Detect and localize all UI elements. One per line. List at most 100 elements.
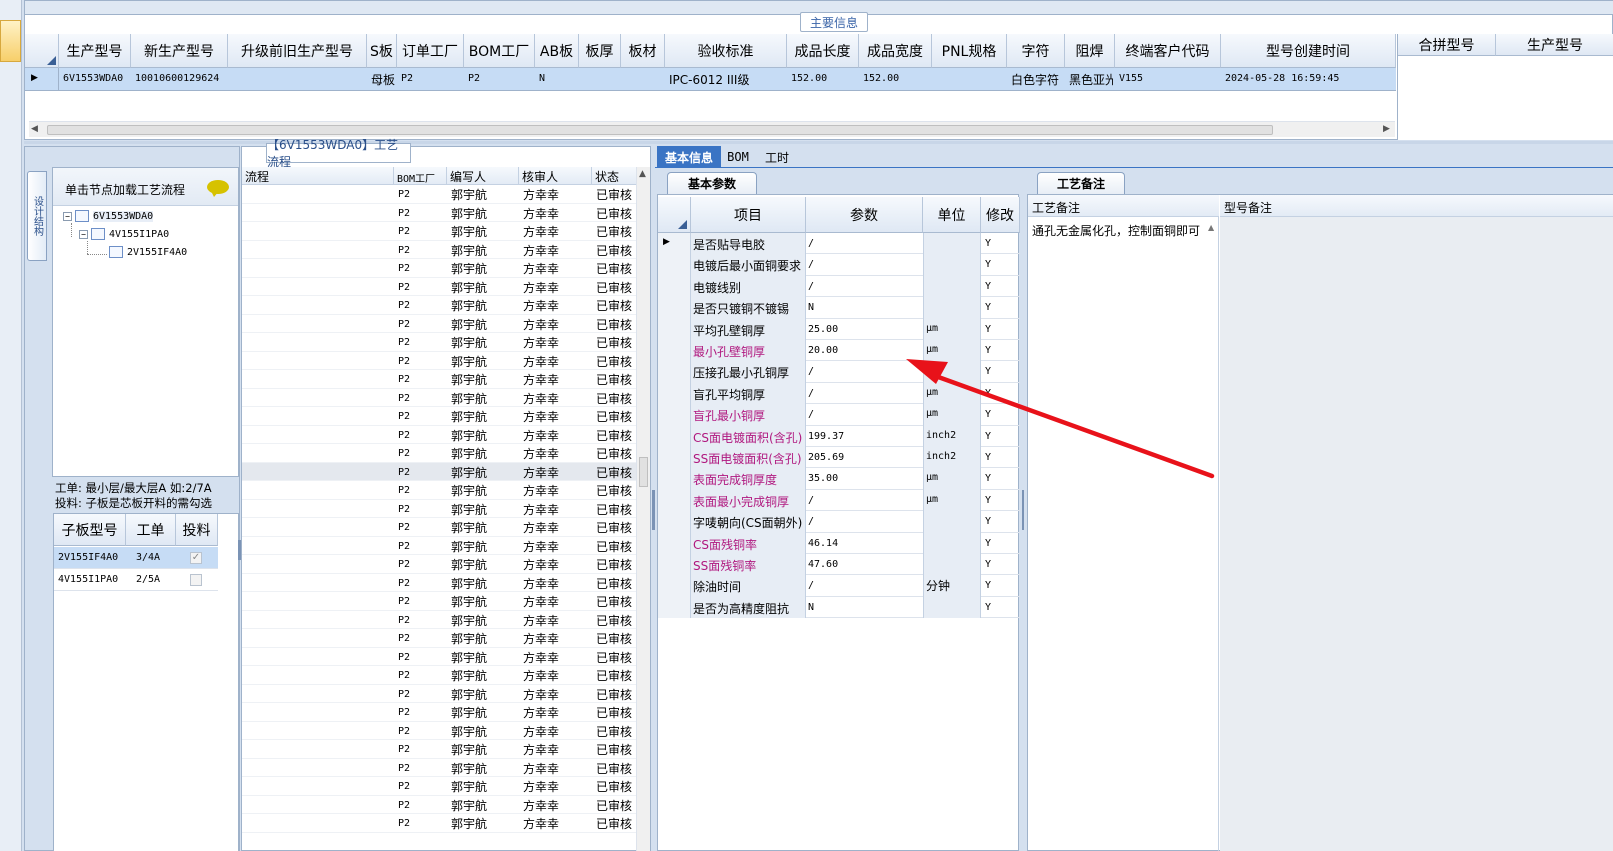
flow-step-row[interactable]: 退锡P2郭宇航方幸幸已审核	[242, 537, 638, 555]
flow-group-row[interactable]: −层压2P2郭宇航方幸幸已审核	[242, 592, 638, 611]
flow-group-row[interactable]: −电镀1P2郭宇航方幸幸已审核	[242, 259, 638, 278]
main-col-header[interactable]: 板材	[621, 34, 665, 68]
param-col-header[interactable]: 单位	[923, 197, 981, 233]
collapse-icon[interactable]: −	[63, 211, 72, 221]
tab-bom[interactable]: BOM	[721, 146, 755, 168]
param-value[interactable]: /	[808, 580, 920, 591]
subtab-remarks[interactable]: 工艺备注	[1037, 172, 1125, 194]
param-row[interactable]: 是否为高精度阻抗 N Y	[658, 596, 1020, 619]
flow-group-row[interactable]: −电子测试1P2郭宇航方幸幸已审核	[242, 666, 638, 685]
param-row[interactable]: SS面电镀面积(含孔) 205.69 inch2 Y	[658, 447, 1020, 469]
param-value[interactable]: 47.60	[808, 559, 920, 570]
flow-group-row[interactable]: −图形电镀P2郭宇航方幸幸已审核	[242, 444, 638, 463]
sub-row-1[interactable]: 4V155I1PA0 2/5A	[54, 569, 218, 591]
param-row[interactable]: ▶ 是否贴导电胶 / Y	[658, 233, 1020, 255]
main-col-header[interactable]: 终端客户代码	[1115, 34, 1221, 68]
main-col-header[interactable]: BOM工厂	[464, 34, 535, 68]
param-value[interactable]: 20.00	[808, 345, 920, 356]
param-row[interactable]: 是否只镀铜不镀锡 N Y	[658, 297, 1020, 319]
flow-step-row[interactable]: 贴膜P2郭宇航方幸幸已审核	[242, 333, 638, 352]
flow-group-row[interactable]: −AOI2P2郭宇航方幸幸已审核	[242, 555, 638, 574]
param-col-header[interactable]: 项目	[691, 197, 806, 233]
main-col-header[interactable]: S板	[367, 34, 397, 68]
flow-step-row[interactable]: 显影1P2郭宇航方幸幸已审核	[242, 426, 638, 444]
flow-step-row[interactable]: 图形电镀P2郭宇航方幸幸已审核	[242, 462, 638, 481]
param-value[interactable]: /	[808, 366, 920, 377]
main-col-header[interactable]: 成品长度	[787, 34, 859, 68]
tree-node-0[interactable]: − 6V1553WDA0	[63, 210, 154, 222]
flow-col-header[interactable]: 核审人	[519, 167, 592, 185]
tab-basic-info[interactable]: 基本信息	[657, 146, 721, 168]
main-col-header[interactable]: 型号创建时间	[1221, 34, 1396, 68]
flow-step-row[interactable]: 丝印1P2郭宇航方幸幸已审核	[242, 740, 638, 759]
flow-step-row[interactable]: 烘板2P2郭宇航方幸幸已审核	[242, 611, 638, 629]
flow-group-row[interactable]: −外层干膜1P2郭宇航方幸幸已审核	[242, 407, 638, 426]
remark-text[interactable]: 通孔无金属化孔，控制面铜即可	[1032, 222, 1212, 239]
flow-step-row[interactable]: 曝光1P2郭宇航方幸幸已审核	[242, 777, 638, 796]
tree-node-1[interactable]: − 4V155I1PA0	[79, 228, 169, 240]
flow-step-row[interactable]: 碱性蚀刻P2郭宇航方幸幸已审核	[242, 518, 638, 537]
flow-step-row[interactable]: 板镀1P2郭宇航方幸幸已审核	[242, 278, 638, 296]
main-col-header[interactable]: 新生产型号	[131, 34, 228, 68]
scroll-up-arrow[interactable]: ▲	[639, 169, 646, 179]
flow-step-row[interactable]: 去毛刺2P2郭宇航方幸幸已审核	[242, 222, 638, 241]
flow-step-row[interactable]: 外层AOI2P2郭宇航方幸幸已审核	[242, 574, 638, 592]
feed-checkbox[interactable]: ✓	[190, 552, 202, 564]
param-row[interactable]: 压接孔最小孔铜厚 / μm Y	[658, 361, 1020, 383]
param-value[interactable]: /	[808, 259, 920, 270]
flow-step-row[interactable]: 预烘1P2郭宇航方幸幸已审核	[242, 759, 638, 777]
param-row[interactable]: CS面电镀面积(含孔) 199.37 inch2 Y	[658, 425, 1020, 447]
param-row[interactable]: 电镀线别 / Y	[658, 275, 1020, 298]
param-value[interactable]: 46.14	[808, 538, 920, 549]
param-value[interactable]: /	[808, 388, 920, 399]
sub-row-0[interactable]: 2V155IF4A0 3/4A ✓	[54, 547, 218, 569]
param-col-header[interactable]: 参数	[806, 197, 923, 233]
param-value[interactable]: /	[808, 238, 920, 249]
param-row[interactable]: 除油时间 / 分钟 Y	[658, 575, 1020, 597]
param-row[interactable]: 电镀后最小面铜要求 / Y	[658, 254, 1020, 276]
param-col-header[interactable]: 修改	[981, 197, 1020, 233]
flow-group-row[interactable]: −字符P2郭宇航方幸幸已审核	[242, 814, 638, 833]
param-row[interactable]: 盲孔平均铜厚 / μm Y	[658, 382, 1020, 405]
main-col-header[interactable]: 验收标准	[665, 34, 787, 68]
collapse-icon[interactable]: −	[79, 229, 88, 239]
tab-hours[interactable]: 工时	[757, 146, 797, 168]
param-value[interactable]: /	[808, 409, 920, 420]
tree-node-2[interactable]: 2V155IF4A0	[109, 246, 187, 258]
flow-group-row[interactable]: −阻焊1P2郭宇航方幸幸已审核	[242, 703, 638, 722]
param-row[interactable]: 字唛朝向(CS面朝外) / Y	[658, 511, 1020, 533]
remark-scroll-up[interactable]: ▲	[1208, 223, 1214, 232]
main-col-header[interactable]: 板厚	[579, 34, 621, 68]
flow-step-row[interactable]: 低阻测试1P2郭宇航方幸幸已审核	[242, 685, 638, 703]
flow-step-row[interactable]: 外层前处理P2郭宇航方幸幸已审核	[242, 315, 638, 333]
flow-step-row[interactable]: 退膜P2郭宇航方幸幸已审核	[242, 500, 638, 518]
param-row[interactable]: SS面残铜率 47.60 Y	[658, 554, 1020, 576]
edge-tab-active[interactable]	[0, 20, 21, 62]
merge-col-2[interactable]: 生产型号	[1496, 34, 1613, 56]
param-row[interactable]: 表面完成铜厚度 35.00 μm Y	[658, 468, 1020, 490]
scroll-thumb[interactable]	[47, 125, 1273, 135]
param-value[interactable]: /	[808, 281, 920, 292]
param-value[interactable]: /	[808, 495, 920, 506]
main-col-header[interactable]: 成品宽度	[859, 34, 932, 68]
main-info-hscroll[interactable]: ◀ ▶	[29, 121, 1395, 137]
sub-col-model[interactable]: 子板型号	[54, 514, 126, 546]
sub-col-order[interactable]: 工单	[126, 514, 176, 546]
flow-step-row[interactable]: 阻焊前处理1P2郭宇航方幸幸已审核	[242, 722, 638, 740]
param-value[interactable]: 199.37	[808, 431, 920, 442]
flow-group-row[interactable]: −阻焊P2郭宇航方幸幸已审核	[242, 370, 638, 389]
param-value[interactable]: 25.00	[808, 324, 920, 335]
flow-step-row[interactable]: 挡点网版P2郭宇航方幸幸已审核	[242, 389, 638, 407]
flow-col-header[interactable]: 流程	[242, 167, 394, 185]
main-col-header[interactable]: 订单工厂	[397, 34, 464, 68]
feed-checkbox[interactable]	[190, 574, 202, 586]
param-row[interactable]: 表面最小完成铜厚 / μm Y	[658, 489, 1020, 512]
flow-step-row[interactable]: 沉铜2P2郭宇航方幸幸已审核	[242, 241, 638, 259]
flow-col-header[interactable]: 状态	[592, 167, 638, 185]
flow-col-header[interactable]: 编写人	[447, 167, 519, 185]
flow-group-row[interactable]: −沉铜2P2郭宇航方幸幸已审核	[242, 204, 638, 222]
flow-group-row[interactable]: −AOI3P2郭宇航方幸幸已审核	[242, 629, 638, 648]
param-value[interactable]: 205.69	[808, 452, 920, 463]
main-info-row[interactable]: ▶ 6V1553WDA0 10010600129624 母板 P2 P2 N IPC-6012…	[25, 68, 1396, 91]
param-value[interactable]: /	[808, 516, 920, 527]
